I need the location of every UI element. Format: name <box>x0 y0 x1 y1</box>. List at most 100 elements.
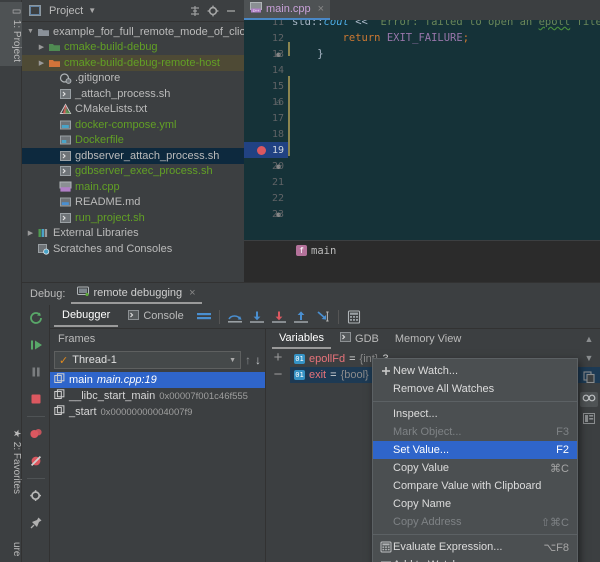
menu-item[interactable]: Compare Value with Clipboard <box>373 477 577 495</box>
gutter-21[interactable]: 21 <box>244 174 288 190</box>
tree-item[interactable]: ▶ External Libraries <box>22 226 244 242</box>
gutter-20[interactable]: ⚈ 20 <box>244 158 288 174</box>
code-editor[interactable]: 11 std::cout << "Error: failed to open a… <box>244 20 600 260</box>
gear-icon[interactable] <box>25 486 47 506</box>
menu-item[interactable]: Copy Value ⌘C <box>373 459 577 477</box>
rerun-button[interactable] <box>25 308 47 328</box>
chevron-right-icon[interactable]: ▶ <box>25 229 36 237</box>
resume-button[interactable] <box>25 335 47 355</box>
gutter-22[interactable]: 22 <box>244 190 288 206</box>
menu-item[interactable]: New Watch... <box>373 362 577 380</box>
minimize-icon[interactable] <box>222 2 240 20</box>
step-over-button[interactable] <box>225 308 245 326</box>
folder-green-icon <box>47 41 61 53</box>
chevron-down-icon[interactable]: ▼ <box>83 2 101 20</box>
add-watch-button[interactable]: + <box>274 350 283 365</box>
tree-item[interactable]: .gitignore <box>22 71 244 87</box>
gutter-18[interactable]: 18 <box>244 126 288 142</box>
force-step-into-button[interactable] <box>269 308 289 326</box>
gutter-16[interactable]: ⚇ 16 <box>244 94 288 110</box>
gutter-23[interactable]: ⚈ 23 <box>244 206 288 222</box>
editor-tab-main-cpp[interactable]: C++ main.cpp × <box>244 0 331 20</box>
step-into-button[interactable] <box>247 308 267 326</box>
debug-session-tab[interactable]: remote debugging × <box>71 284 202 304</box>
tree-item[interactable]: CMakeLists.txt <box>22 102 244 118</box>
tree-item[interactable]: gdbserver_exec_process.sh <box>22 164 244 180</box>
menu-item[interactable]: Evaluate Expression... ⌥F8 <box>373 538 577 556</box>
gutter-11[interactable]: 11 <box>244 20 288 30</box>
calculator-icon[interactable] <box>344 308 364 326</box>
tree-item[interactable]: ▶ cmake-build-debug-remote-host <box>22 55 244 71</box>
stop-button[interactable] <box>25 389 47 409</box>
collapse-all-icon[interactable] <box>186 2 204 20</box>
sidebar-item-project[interactable]: ▯ 1: Project <box>0 2 22 67</box>
gutter-15[interactable]: 15 <box>244 78 288 94</box>
menu-item[interactable]: Copy Name <box>373 495 577 513</box>
tab-debugger[interactable]: Debugger <box>54 306 119 327</box>
watches-icon[interactable] <box>580 392 598 407</box>
gutter-12[interactable]: 12 <box>244 30 288 46</box>
menu-item[interactable]: Inspect... <box>373 405 577 423</box>
fold-icon[interactable]: ⚈ <box>276 210 281 219</box>
project-file-tree[interactable]: ▼ example_for_full_remote_mode_of_clion_ ▶… <box>22 22 244 280</box>
tree-item[interactable]: ▼ example_for_full_remote_mode_of_clion_ <box>22 24 244 40</box>
menu-item[interactable]: Add to Watches <box>373 556 577 562</box>
view-breakpoints-button[interactable] <box>25 424 47 444</box>
pin-icon[interactable] <box>25 513 47 533</box>
frame-row[interactable]: main main.cpp:19 <box>50 372 265 388</box>
tab-memory-view[interactable]: Memory View <box>388 331 468 348</box>
copy-icon[interactable] <box>583 371 595 386</box>
frame-row[interactable]: __libc_start_main 0x00007f001c46f555 <box>50 388 265 404</box>
remove-watch-button[interactable]: − <box>274 367 283 382</box>
frames-title-label: Frames <box>58 333 96 345</box>
mute-breakpoints-button[interactable] <box>25 451 47 471</box>
gear-icon[interactable] <box>204 2 222 20</box>
gdb-icon <box>340 332 352 345</box>
frame-down-button[interactable]: ↓ <box>255 353 261 367</box>
scroll-down-button[interactable]: ▼ <box>585 352 594 365</box>
gutter-19[interactable]: 19 <box>244 142 288 158</box>
tab-console[interactable]: Console <box>120 307 191 327</box>
fold-icon[interactable]: ⚈ <box>276 50 281 59</box>
tree-item[interactable]: main.cpp <box>22 179 244 195</box>
menu-item[interactable]: Set Value... F2 <box>373 441 577 459</box>
tree-item[interactable]: ▶ cmake-build-debug <box>22 40 244 56</box>
tree-item[interactable]: README.md <box>22 195 244 211</box>
pause-button[interactable] <box>25 362 47 382</box>
tree-item[interactable]: Dockerfile <box>22 133 244 149</box>
gutter-14[interactable]: 14 <box>244 62 288 78</box>
fold-icon[interactable]: ⚇ <box>276 98 281 107</box>
chevron-right-icon[interactable]: ▶ <box>36 59 47 67</box>
frame-row[interactable]: _start 0x00000000004007f9 <box>50 404 265 420</box>
tab-variables[interactable]: Variables <box>272 330 332 349</box>
sidebar-item-favorites[interactable]: ★ 2: Favorites <box>0 424 22 498</box>
scroll-up-button[interactable]: ▲ <box>585 333 594 346</box>
tree-item[interactable]: gdbserver_attach_process.sh <box>22 148 244 164</box>
tree-item[interactable]: Scratches and Consoles <box>22 241 244 257</box>
tree-item[interactable]: docker-compose.yml <box>22 117 244 133</box>
layout-icon[interactable] <box>583 413 595 427</box>
chevron-down-icon[interactable]: ▼ <box>25 28 36 35</box>
chevron-right-icon[interactable]: ▶ <box>36 43 47 51</box>
variable-context-menu[interactable]: New Watch... Remove All Watches Inspect...… <box>372 358 578 562</box>
close-icon[interactable]: × <box>189 287 195 299</box>
project-tool-window: Project ▼ ▼ example_for_full_remote_mode_… <box>22 0 244 282</box>
menu-item[interactable]: Remove All Watches <box>373 380 577 398</box>
step-out-button[interactable] <box>291 308 311 326</box>
tab-gdb[interactable]: GDB <box>333 330 386 348</box>
console-icon <box>128 309 140 323</box>
breakpoint-icon[interactable] <box>257 145 266 155</box>
frame-up-button[interactable]: ↑ <box>245 353 251 367</box>
frames-list[interactable]: main main.cpp:19 __libc_start_main 0x00007f… <box>50 371 265 420</box>
thread-dropdown[interactable]: ✓ Thread-1 ▼ <box>54 351 241 369</box>
breadcrumb[interactable]: f main <box>244 240 600 260</box>
close-icon[interactable]: × <box>318 3 324 15</box>
run-to-cursor-button[interactable] <box>313 308 333 326</box>
sidebar-item-structure[interactable]: ure <box>0 538 22 560</box>
tree-item[interactable]: _attach_process.sh <box>22 86 244 102</box>
gutter-17[interactable]: 17 <box>244 110 288 126</box>
show-execution-point-button[interactable] <box>194 308 214 326</box>
gutter-13[interactable]: ⚈ 13 <box>244 46 288 62</box>
tree-item[interactable]: run_project.sh <box>22 210 244 226</box>
fold-icon[interactable]: ⚈ <box>276 162 281 171</box>
